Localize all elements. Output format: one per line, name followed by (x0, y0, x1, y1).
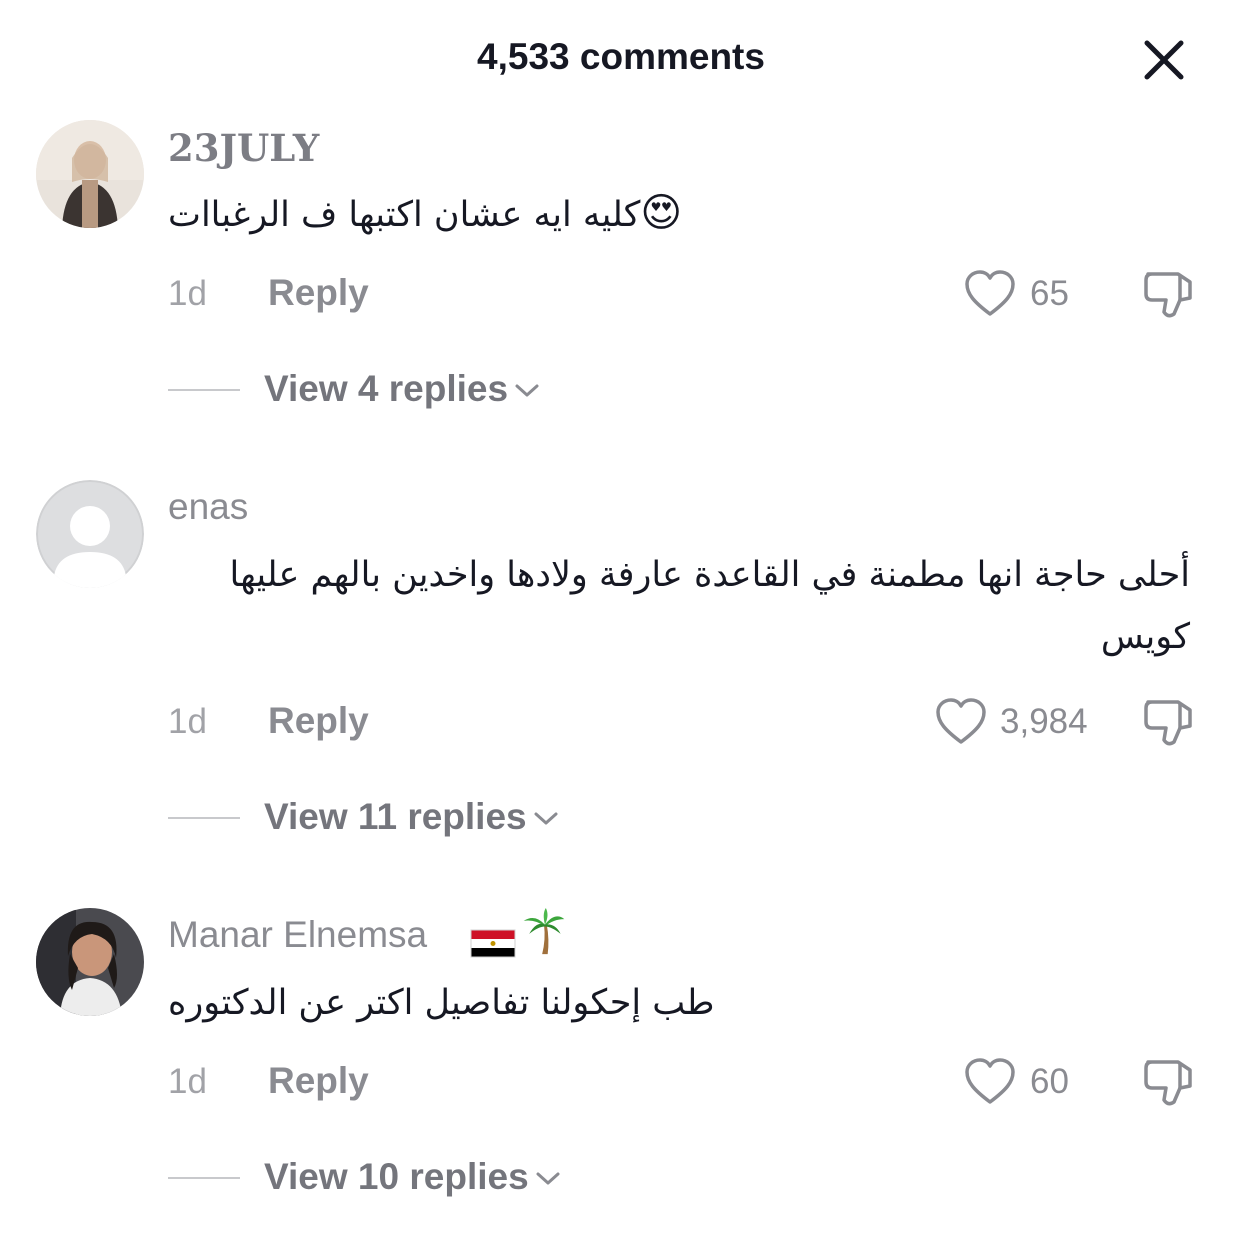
comment-item: Manar Elnemsa طب إحكولنا تفاصيل اكتر عن … (0, 908, 1242, 1228)
heart-icon[interactable] (964, 270, 1016, 318)
comments-header: 4,533 comments (0, 0, 1242, 118)
heart-icon[interactable] (964, 1058, 1016, 1106)
comment-username[interactable]: enas (168, 486, 248, 528)
avatar[interactable] (36, 120, 144, 228)
comment-username[interactable]: Manar Elnemsa (168, 914, 427, 956)
comment-username[interactable]: 23JULY (168, 126, 319, 170)
reply-button[interactable]: Reply (268, 1060, 369, 1102)
chevron-down-icon (515, 384, 539, 397)
view-replies-label: View 11 replies (264, 796, 527, 837)
avatar[interactable] (36, 480, 144, 588)
comment-text: أحلى حاجة انها مطمنة في القاعدة عارفة ول… (229, 555, 1190, 657)
comment-item: enas أحلى حاجة انها مطمنة في القاعدة عار… (0, 480, 1242, 860)
comment-meta: 1d Reply 60 (0, 1052, 1242, 1112)
like-count: 3,984 (1000, 702, 1088, 741)
view-replies-button[interactable]: View 4 replies (264, 368, 540, 410)
view-replies-row: View 11 replies (0, 790, 1242, 846)
palm-tree-icon (523, 908, 565, 955)
heart-icon[interactable] (935, 698, 987, 746)
chevron-down-icon (536, 1172, 560, 1185)
divider-line (168, 817, 240, 819)
reply-button[interactable]: Reply (268, 700, 369, 742)
comment-item: 23JULY 😍كليه ايه عشان اكتبها ف الرغباات … (0, 120, 1242, 440)
dislike-icon[interactable] (1142, 696, 1196, 748)
default-avatar-icon (36, 480, 144, 588)
comments-count-title: 4,533 comments (477, 36, 765, 77)
view-replies-label: View 4 replies (264, 368, 509, 409)
view-replies-row: View 4 replies (0, 362, 1242, 418)
view-replies-row: View 10 replies (0, 1150, 1242, 1206)
comment-emoji: 😍 (640, 190, 683, 236)
divider-line (168, 389, 240, 391)
comment-time: 1d (168, 702, 207, 741)
reply-button[interactable]: Reply (268, 272, 369, 314)
comment-text: طب إحكولنا تفاصيل اكتر عن الدكتوره (168, 983, 715, 1023)
dislike-icon[interactable] (1142, 268, 1196, 320)
egypt-flag-icon (470, 929, 516, 958)
like-count: 65 (1030, 274, 1069, 313)
view-replies-button[interactable]: View 10 replies (264, 1156, 561, 1198)
close-icon (1144, 40, 1184, 80)
comment-time: 1d (168, 274, 207, 313)
comment-meta: 1d Reply 3,984 (0, 692, 1242, 752)
divider-line (168, 1177, 240, 1179)
comment-body: كليه ايه عشان اكتبها ف الرغباات (168, 195, 641, 235)
comment-time: 1d (168, 1062, 207, 1101)
like-count: 60 (1030, 1062, 1069, 1101)
dislike-icon[interactable] (1142, 1056, 1196, 1108)
comment-text: 😍كليه ايه عشان اكتبها ف الرغباات (168, 182, 682, 246)
view-replies-button[interactable]: View 11 replies (264, 796, 559, 838)
avatar[interactable] (36, 908, 144, 1016)
view-replies-label: View 10 replies (264, 1156, 529, 1197)
chevron-down-icon (534, 812, 558, 825)
close-button[interactable] (1138, 34, 1190, 86)
comment-meta: 1d Reply 65 (0, 264, 1242, 324)
